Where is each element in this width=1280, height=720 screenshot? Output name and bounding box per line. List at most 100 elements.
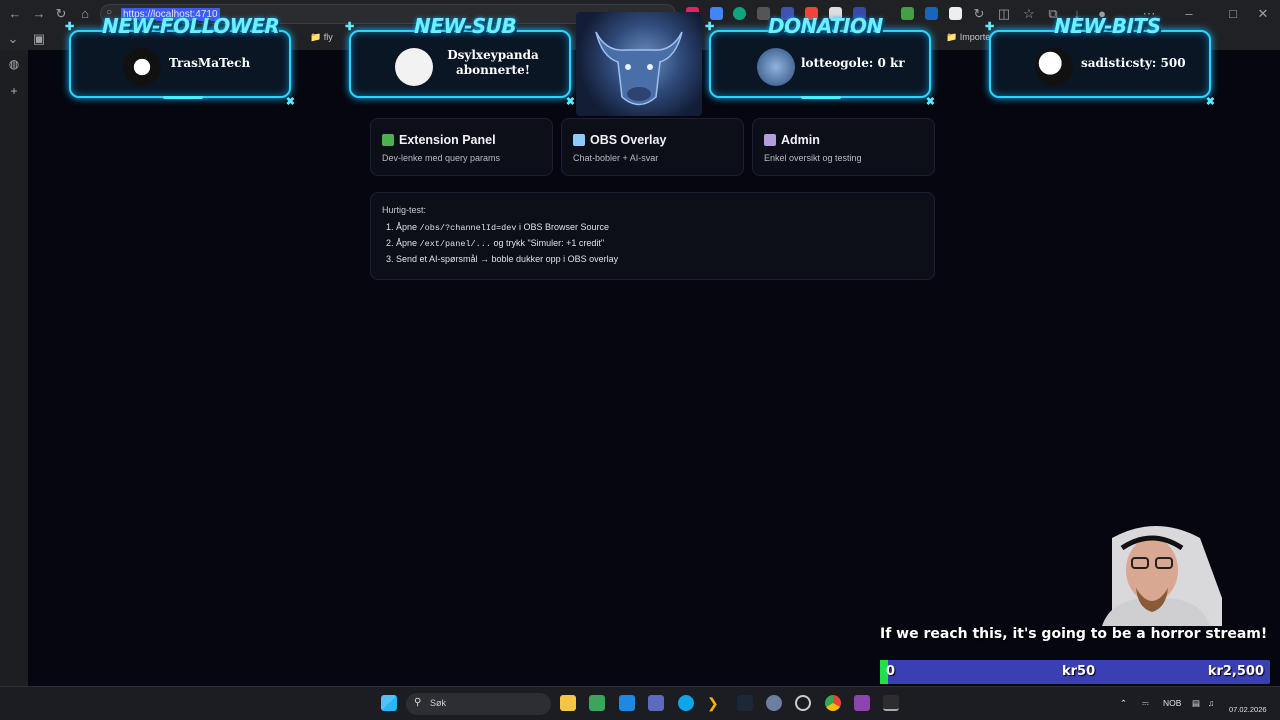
streamer-icon [1102, 526, 1222, 626]
alert-text: Dsylxeypanda abonnerte! [447, 48, 539, 77]
chrome-icon[interactable] [825, 695, 841, 711]
sparkle-icon: ✖ [925, 96, 935, 108]
grid-icon [764, 134, 776, 146]
card-title: OBS Overlay [590, 133, 667, 147]
bookmark-label: Importe [959, 32, 991, 42]
mail-icon[interactable] [619, 695, 635, 711]
sparkle-icon: ✖ [565, 96, 575, 108]
new-tab-icon[interactable]: + [6, 83, 22, 99]
sparkle-icon: ✚ [985, 21, 995, 33]
bookmark-label: fly [323, 32, 333, 42]
taskbar: ⚲ Søk ❯ ⌃ ⎓ NOB ▤ ♫ 07.02.2026 [0, 686, 1280, 720]
goal-target-label: kr2,500 [1207, 664, 1264, 679]
visual-studio-icon[interactable] [854, 695, 870, 711]
volume-icon[interactable]: ♫ [1208, 698, 1214, 708]
bookmark-import[interactable]: 📁 Importe [946, 32, 990, 43]
card-subtitle: Enkel oversikt og testing [764, 153, 862, 163]
obs-icon[interactable] [766, 695, 782, 711]
chevron-down-icon[interactable]: ⌄ [4, 30, 22, 48]
terminal-icon[interactable] [883, 695, 899, 711]
sparkle-icon: ✚ [345, 21, 355, 33]
home-icon[interactable]: ⌂ [76, 5, 94, 23]
overlay-icon [573, 134, 585, 146]
maximize-icon[interactable]: □ [1224, 5, 1242, 23]
alert-donation: ✚ lotteogole: 0 kr ✖ [705, 21, 935, 108]
list-item: Åpne /obs/?channelId=dev i OBS Browser S… [396, 222, 923, 233]
extension-icon[interactable] [925, 7, 938, 20]
quick-test-steps: Åpne /obs/?channelId=dev i OBS Browser S… [382, 222, 923, 264]
accent-bar [801, 96, 841, 99]
favorites-icon[interactable]: ☆ [1020, 5, 1038, 23]
close-icon[interactable]: ✕ [1254, 5, 1272, 23]
sparkle-icon: ✖ [1205, 96, 1215, 108]
card-subtitle: Dev-lenke med query params [382, 153, 501, 163]
taskbar-search[interactable]: ⚲ Søk [406, 693, 551, 715]
step-code: /obs/?channelId=dev [419, 223, 517, 233]
globe-icon[interactable]: ◍ [6, 56, 22, 72]
alert-new-follower: ✚ TrasMaTech ✖ [65, 21, 295, 108]
card-extension-panel[interactable]: Extension Panel Dev-lenke med query para… [370, 118, 553, 176]
goal-start-label: 0 [886, 664, 896, 679]
goal-current-label: kr50 [1062, 664, 1096, 679]
windows-start-icon[interactable] [381, 695, 397, 711]
edge-icon[interactable] [678, 695, 694, 711]
search-icon: ⚲ [414, 697, 422, 708]
usb-icon[interactable]: ⎓ [1142, 698, 1149, 709]
extension-icon[interactable] [710, 7, 723, 20]
extension-icon[interactable] [949, 7, 962, 20]
card-obs-overlay[interactable]: OBS Overlay Chat-bobler + AI-svar [561, 118, 744, 176]
file-explorer-icon[interactable] [560, 695, 576, 711]
bull-icon [595, 31, 683, 106]
avatar [395, 48, 433, 86]
tab-actions-icon[interactable]: ▣ [30, 30, 48, 48]
avatar [1035, 48, 1073, 86]
terminal-arrow-icon[interactable]: ❯ [707, 695, 723, 711]
vertical-tab-rail: ◍ + [0, 50, 28, 686]
alert-text: lotteogole: 0 kr [801, 56, 905, 70]
list-item: Åpne /ext/panel/... og trykk "Simuler: +… [396, 238, 923, 249]
minimize-icon[interactable]: – [1180, 5, 1198, 23]
sparkle-icon: ✖ [285, 96, 295, 108]
back-icon[interactable]: ← [6, 5, 24, 23]
alert-text: TrasMaTech [169, 56, 251, 70]
alert-new-sub: ✚ Dsylxeypanda abonnerte! ✖ [345, 21, 575, 108]
forward-icon[interactable]: → [30, 5, 48, 23]
extension-icon[interactable] [733, 7, 746, 20]
accent-bar [163, 96, 203, 99]
alert-heading: NEW-BITS [1054, 14, 1161, 38]
alert-new-bits: ✚ sadisticsty: 500 ✖ [985, 21, 1215, 108]
alert-heading: NEW-FOLLOWER [102, 14, 280, 38]
alert-text: sadisticsty: 500 [1081, 56, 1186, 70]
split-screen-icon[interactable]: ◫ [995, 5, 1013, 23]
puzzle-icon [382, 134, 394, 146]
alert-heading: NEW-SUB [414, 14, 517, 38]
clock-date[interactable]: 07.02.2026 [1229, 705, 1267, 714]
step-text: og trykk "Simuler: +1 credit" [490, 238, 605, 248]
avatar [757, 48, 795, 86]
card-admin[interactable]: Admin Enkel oversikt og testing [752, 118, 935, 176]
step-text: Send et AI-spørsmål → boble dukker opp i… [396, 254, 619, 264]
bookmark-fly[interactable]: 📁 fly [310, 32, 333, 43]
step-text: Åpne [396, 222, 420, 232]
chevron-up-icon[interactable]: ⌃ [1120, 698, 1127, 709]
goal-progress-bar: 0 kr50 kr2,500 [880, 660, 1270, 684]
language-indicator[interactable]: NOB [1163, 698, 1181, 708]
search-label: Søk [430, 698, 447, 708]
card-title: Extension Panel [399, 133, 496, 147]
step-text: Åpne [396, 238, 420, 248]
goal-title: If we reach this, it's going to be a hor… [880, 626, 1268, 642]
alert-heading: DONATION [768, 14, 883, 38]
sparkle-icon: ✚ [705, 21, 715, 33]
store-icon[interactable] [589, 695, 605, 711]
step-text: i OBS Browser Source [516, 222, 609, 232]
extension-icon[interactable] [901, 7, 914, 20]
network-icon[interactable]: ▤ [1192, 698, 1200, 709]
steam-icon[interactable] [737, 695, 753, 711]
list-item: Send et AI-spørsmål → boble dukker opp i… [396, 254, 923, 264]
quick-test-panel: Hurtig-test: Åpne /obs/?channelId=dev i … [370, 192, 935, 280]
card-subtitle: Chat-bobler + AI-svar [573, 153, 659, 163]
bull-logo-image [576, 12, 702, 116]
webcam-feed [1082, 518, 1230, 626]
app-icon[interactable] [795, 695, 811, 711]
teams-icon[interactable] [648, 695, 664, 711]
